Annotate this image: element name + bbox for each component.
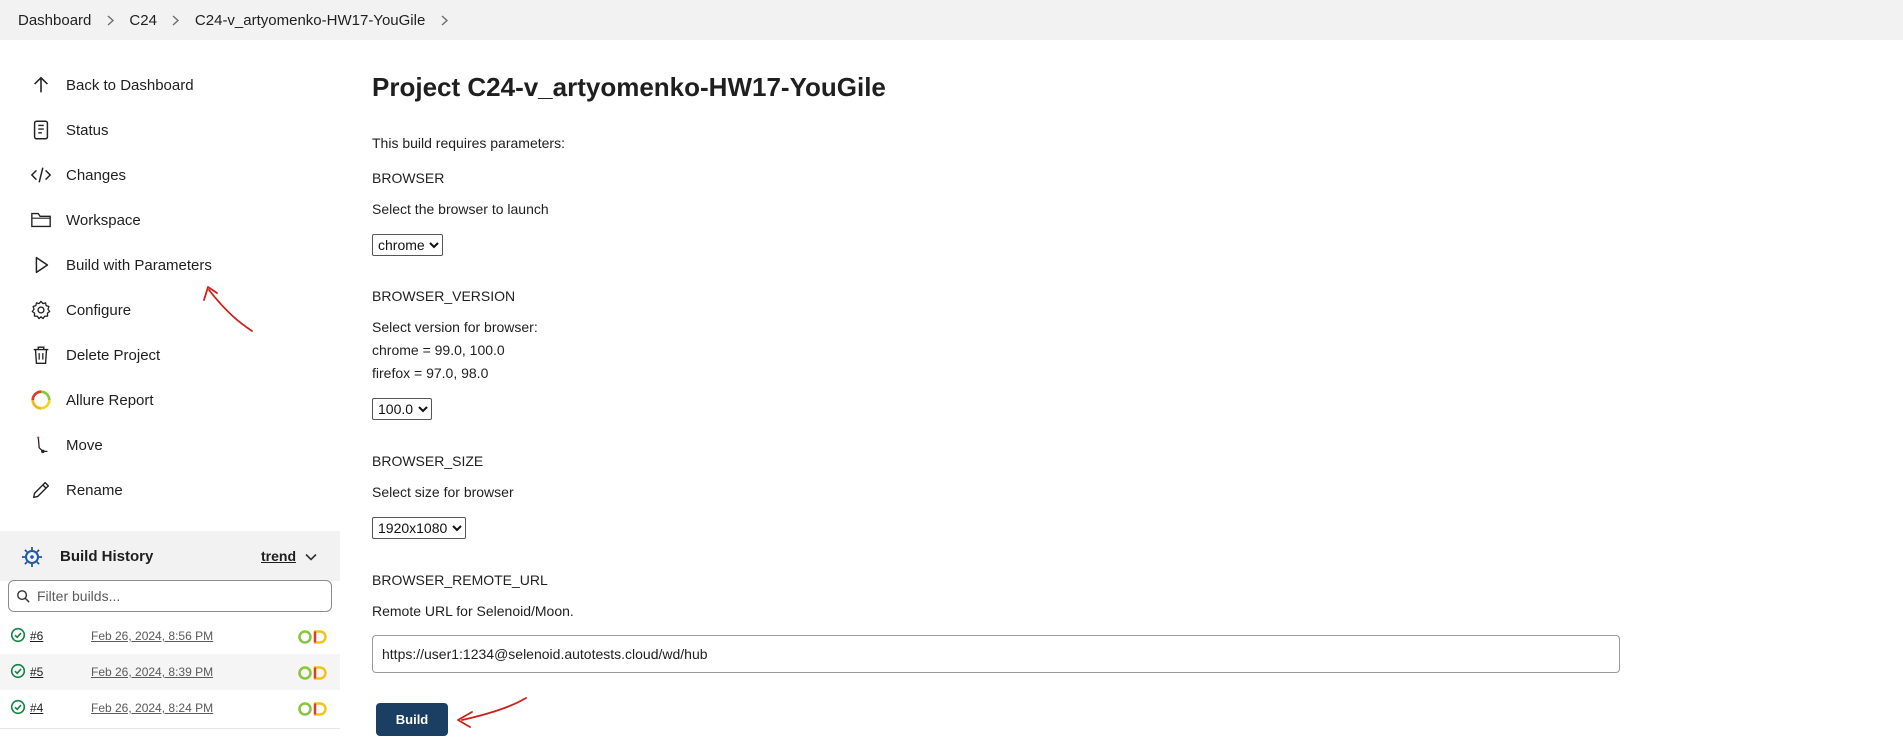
build-number-link[interactable]: #6 [30, 629, 43, 643]
success-icon [10, 663, 26, 679]
build-date-link[interactable]: Feb 26, 2024, 8:56 PM [91, 629, 213, 643]
gear-icon [20, 299, 66, 321]
allure-report-icon[interactable] [297, 629, 329, 645]
build-history-title: Build History [60, 547, 154, 565]
build-date-link[interactable]: Feb 26, 2024, 8:24 PM [91, 701, 213, 715]
build-history-icon [20, 545, 44, 569]
param-name-browser-version: BROWSER_VERSION [372, 288, 516, 304]
task-label: Allure Report [66, 391, 154, 409]
build-row[interactable]: #4 Feb 26, 2024, 8:24 PM [0, 690, 340, 726]
params-intro: This build requires parameters: [372, 135, 565, 151]
pencil-icon [20, 479, 66, 501]
success-icon [10, 699, 26, 715]
param-desc-browser-remote-url: Remote URL for Selenoid/Moon. [372, 603, 574, 619]
trend-link[interactable]: trend [261, 548, 296, 564]
task-delete-project[interactable]: Delete Project [20, 337, 320, 373]
task-allure-report[interactable]: Allure Report [20, 382, 320, 418]
browser-remote-url-input[interactable] [372, 635, 1620, 673]
build-button[interactable]: Build [376, 703, 448, 736]
task-label: Move [66, 436, 103, 454]
search-icon [9, 589, 37, 604]
chevron-right-icon[interactable] [425, 14, 463, 26]
trash-icon [20, 344, 66, 366]
main-content: Project C24-v_artyomenko-HW17-YouGile Th… [372, 40, 1903, 738]
task-move[interactable]: Move [20, 427, 320, 463]
build-row[interactable]: #5 Feb 26, 2024, 8:39 PM [0, 654, 340, 690]
task-label: Delete Project [66, 346, 161, 364]
build-number-link[interactable]: #5 [30, 665, 43, 679]
play-icon [20, 254, 66, 276]
filter-builds-field[interactable] [8, 580, 332, 612]
breadcrumb-dashboard[interactable]: Dashboard [18, 12, 91, 29]
param-desc-browser-version-line: chrome = 99.0, 100.0 [372, 342, 505, 358]
task-rename[interactable]: Rename [20, 472, 320, 508]
build-history-header: Build History trend [0, 531, 340, 581]
breadcrumb-c24[interactable]: C24 [129, 12, 157, 29]
param-name-browser: BROWSER [372, 170, 445, 186]
breadcrumb-project[interactable]: C24-v_artyomenko-HW17-YouGile [195, 12, 425, 29]
task-label: Workspace [66, 211, 141, 229]
build-row[interactable]: #6 Feb 26, 2024, 8:56 PM [0, 618, 340, 654]
param-name-browser-size: BROWSER_SIZE [372, 453, 484, 469]
task-status[interactable]: Status [20, 112, 320, 148]
filter-builds-input[interactable] [37, 588, 317, 604]
folder-icon [20, 209, 66, 231]
task-label: Rename [66, 481, 123, 499]
task-changes[interactable]: Changes [20, 157, 320, 193]
task-configure[interactable]: Configure [20, 292, 320, 328]
param-desc-browser-version-line: firefox = 97.0, 98.0 [372, 365, 489, 381]
browser-size-select[interactable]: 1920x1080 [372, 517, 466, 539]
task-build-with-parameters[interactable]: Build with Parameters [20, 247, 320, 283]
arrow-up-icon [20, 74, 66, 96]
move-icon [20, 434, 66, 456]
build-number-link[interactable]: #4 [30, 701, 43, 715]
chevron-right-icon [91, 14, 129, 26]
allure-report-icon[interactable] [297, 665, 329, 681]
task-label: Status [66, 121, 109, 139]
task-workspace[interactable]: Workspace [20, 202, 320, 238]
task-label: Changes [66, 166, 127, 184]
success-icon [10, 627, 26, 643]
allure-icon [20, 389, 66, 411]
task-back-to-dashboard[interactable]: Back to Dashboard [20, 67, 320, 103]
sidebar: Back to Dashboard Status Changes Workspa… [0, 40, 340, 738]
browser-version-select[interactable]: 100.0 [372, 398, 432, 420]
task-label: Configure [66, 301, 132, 319]
chevron-down-icon[interactable] [304, 550, 318, 564]
allure-report-icon[interactable] [297, 701, 329, 717]
breadcrumb: Dashboard C24 C24-v_artyomenko-HW17-YouG… [0, 0, 1903, 40]
param-name-browser-remote-url: BROWSER_REMOTE_URL [372, 572, 548, 588]
task-label: Back to Dashboard [66, 76, 194, 94]
browser-select[interactable]: chrome [372, 234, 443, 256]
param-desc-browser-size: Select size for browser [372, 484, 514, 500]
page-title: Project C24-v_artyomenko-HW17-YouGile [372, 72, 886, 102]
param-desc-browser-version-line: Select version for browser: [372, 319, 538, 335]
document-icon [20, 119, 66, 141]
build-date-link[interactable]: Feb 26, 2024, 8:39 PM [91, 665, 213, 679]
task-label: Build with Parameters [66, 256, 212, 274]
build-row-partial [0, 728, 340, 738]
param-desc-browser: Select the browser to launch [372, 201, 549, 217]
chevron-right-icon [157, 14, 195, 26]
code-icon [20, 164, 66, 186]
